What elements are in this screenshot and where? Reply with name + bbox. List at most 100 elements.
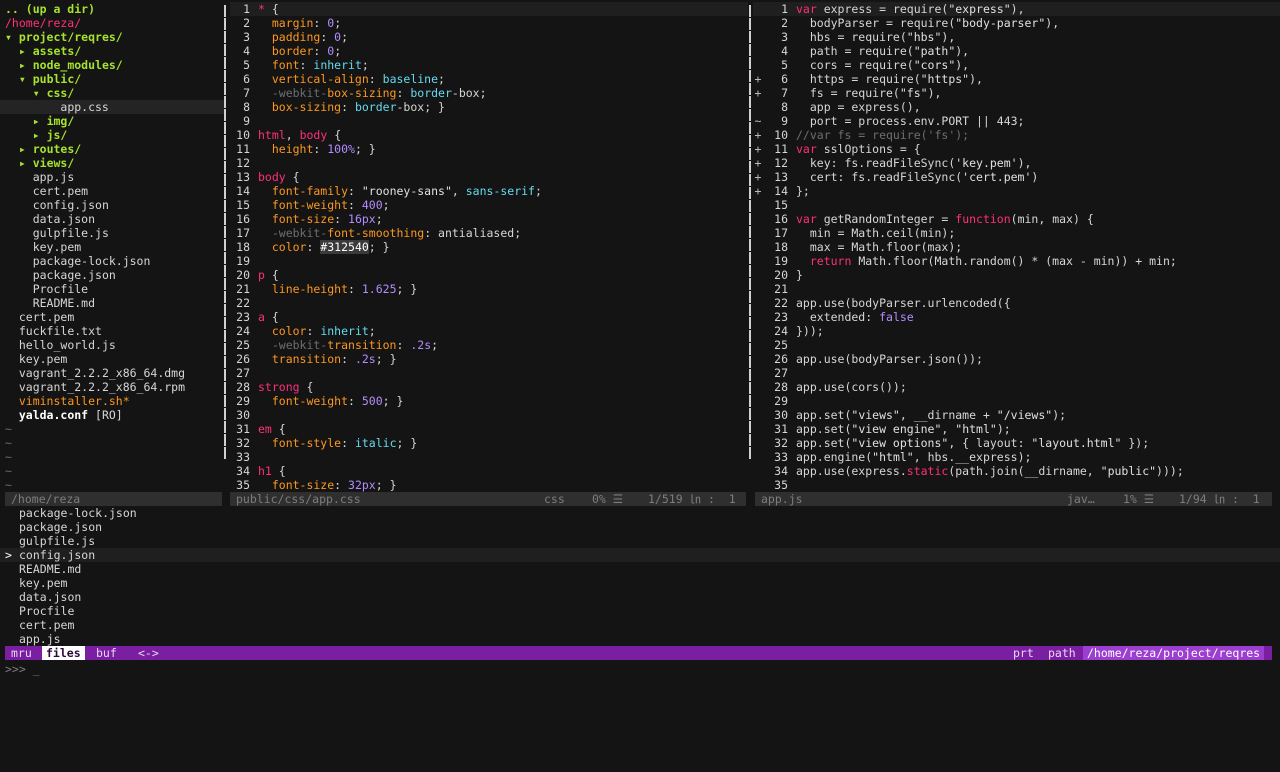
code-line[interactable]: +13 cert: fs.readFileSync('cert.pem') bbox=[753, 170, 1280, 184]
code-line[interactable]: 22 app.use(bodyParser.urlencoded({ bbox=[753, 296, 1280, 310]
mode-files[interactable]: files bbox=[42, 646, 85, 660]
tree-node[interactable]: ▸ js/ bbox=[0, 128, 224, 142]
ctrlp-prompt[interactable]: >>> _ bbox=[5, 662, 40, 676]
code-line[interactable]: 2 bodyParser = require("body-parser"), bbox=[753, 16, 1280, 30]
code-line[interactable]: 31 app.set("view engine", "html"); bbox=[753, 422, 1280, 436]
code-line[interactable]: 8 app = express(), bbox=[753, 100, 1280, 114]
code-line[interactable]: 3 hbs = require("hbs"), bbox=[753, 30, 1280, 44]
tree-node[interactable]: hello_world.js bbox=[0, 338, 224, 352]
code-line[interactable]: 19 return Math.floor(Math.random() * (ma… bbox=[753, 254, 1280, 268]
code-line[interactable]: 23 a { bbox=[230, 310, 748, 324]
ctrlp-result-item[interactable]: data.json bbox=[0, 590, 1280, 604]
tree-node[interactable]: app.js bbox=[0, 170, 224, 184]
ctrlp-result-item[interactable]: Procfile bbox=[0, 604, 1280, 618]
tree-node[interactable]: key.pem bbox=[0, 352, 224, 366]
code-line[interactable]: 34 h1 { bbox=[230, 464, 748, 478]
tree-node[interactable]: viminstaller.sh* bbox=[0, 394, 224, 408]
code-line[interactable]: +12 key: fs.readFileSync('key.pem'), bbox=[753, 156, 1280, 170]
code-line[interactable]: 28 strong { bbox=[230, 380, 748, 394]
code-line[interactable]: 4 border: 0; bbox=[230, 44, 748, 58]
code-line[interactable]: 30 bbox=[230, 408, 748, 422]
ctrlp-result-item[interactable]: cert.pem bbox=[0, 618, 1280, 632]
code-line[interactable]: 2 margin: 0; bbox=[230, 16, 748, 30]
code-line[interactable]: 21 line-height: 1.625; } bbox=[230, 282, 748, 296]
code-line[interactable]: 27 bbox=[230, 366, 748, 380]
code-line[interactable]: +11 var sslOptions = { bbox=[753, 142, 1280, 156]
ctrlp-result-item[interactable]: > config.json bbox=[0, 548, 1280, 562]
code-line[interactable]: 9 bbox=[230, 114, 748, 128]
code-line[interactable]: 1 var express = require("express"), bbox=[753, 2, 1280, 16]
ctrlp-result-item[interactable]: package-lock.json bbox=[0, 506, 1280, 520]
code-line[interactable]: 19 bbox=[230, 254, 748, 268]
code-line[interactable]: 13 body { bbox=[230, 170, 748, 184]
tree-node[interactable]: config.json bbox=[0, 198, 224, 212]
code-line[interactable]: 3 padding: 0; bbox=[230, 30, 748, 44]
code-line[interactable]: 28 app.use(cors()); bbox=[753, 380, 1280, 394]
tree-node[interactable]: yalda.conf [RO] bbox=[0, 408, 224, 422]
code-line[interactable]: 8 box-sizing: border-box; } bbox=[230, 100, 748, 114]
code-line[interactable]: 31 em { bbox=[230, 422, 748, 436]
code-line[interactable]: 35 bbox=[753, 478, 1280, 492]
code-line[interactable]: 12 bbox=[230, 156, 748, 170]
tree-node[interactable]: gulpfile.js bbox=[0, 226, 224, 240]
caret-down-icon[interactable]: ▾ bbox=[33, 86, 47, 100]
code-line[interactable]: +6 https = require("https"), bbox=[753, 72, 1280, 86]
code-line[interactable]: 35 font-size: 32px; } bbox=[230, 478, 748, 492]
code-line[interactable]: 32 app.set("view options", { layout: "lay… bbox=[753, 436, 1280, 450]
code-line[interactable]: 14 font-family: "rooney-sans", sans-seri… bbox=[230, 184, 748, 198]
code-line[interactable]: 22 bbox=[230, 296, 748, 310]
code-line[interactable]: 16 font-size: 16px; bbox=[230, 212, 748, 226]
code-line[interactable]: 11 height: 100%; } bbox=[230, 142, 748, 156]
code-line[interactable]: 29 bbox=[753, 394, 1280, 408]
caret-right-icon[interactable]: ▸ bbox=[19, 58, 33, 72]
ctrlp-results-list[interactable]: package-lock.json package.json gulpfile.js… bbox=[0, 506, 1280, 646]
code-line[interactable]: 34 app.use(express.static(path.join(__dir… bbox=[753, 464, 1280, 478]
ctrlp-result-item[interactable]: key.pem bbox=[0, 576, 1280, 590]
code-line[interactable]: 24})); bbox=[753, 324, 1280, 338]
code-line[interactable]: 15 bbox=[753, 198, 1280, 212]
tree-node[interactable]: ▸ node_modules/ bbox=[0, 58, 224, 72]
code-line[interactable]: 4 path = require("path"), bbox=[753, 44, 1280, 58]
ctrlp-result-item[interactable]: app.js bbox=[0, 632, 1280, 646]
tree-node[interactable]: app.css bbox=[0, 100, 224, 114]
code-line[interactable]: 5 font: inherit; bbox=[230, 58, 748, 72]
code-line[interactable]: 15 font-weight: 400; bbox=[230, 198, 748, 212]
ctrlp-result-item[interactable]: gulpfile.js bbox=[0, 534, 1280, 548]
tree-node[interactable]: key.pem bbox=[0, 240, 224, 254]
caret-right-icon[interactable]: ▸ bbox=[19, 156, 33, 170]
code-line[interactable]: 26 transition: .2s; } bbox=[230, 352, 748, 366]
code-line[interactable]: 25 bbox=[753, 338, 1280, 352]
tree-node[interactable]: cert.pem bbox=[0, 184, 224, 198]
nerdtree-panel[interactable]: .. (up a dir)/home/reza/▾ project/reqres… bbox=[0, 2, 224, 492]
code-line[interactable]: 20 p { bbox=[230, 268, 748, 282]
code-line[interactable]: +14}; bbox=[753, 184, 1280, 198]
tree-node[interactable]: ▾ project/reqres/ bbox=[0, 30, 224, 44]
code-line[interactable]: 24 color: inherit; bbox=[230, 324, 748, 338]
code-line[interactable]: 10 html, body { bbox=[230, 128, 748, 142]
tree-node[interactable]: ▸ views/ bbox=[0, 156, 224, 170]
code-line[interactable]: 20} bbox=[753, 268, 1280, 282]
mode-nav-arrows[interactable]: <-> bbox=[138, 646, 159, 660]
tree-node[interactable]: data.json bbox=[0, 212, 224, 226]
code-line[interactable]: 25 -webkit-transition: .2s; bbox=[230, 338, 748, 352]
js-editor-pane[interactable]: 1 var express = require("express"), 2 body… bbox=[753, 2, 1280, 492]
ctrlp-result-item[interactable]: package.json bbox=[0, 520, 1280, 534]
caret-right-icon[interactable]: ▸ bbox=[33, 114, 47, 128]
tree-node[interactable]: fuckfile.txt bbox=[0, 324, 224, 338]
code-line[interactable]: 18 max = Math.floor(max); bbox=[753, 240, 1280, 254]
mode-mru[interactable]: mru bbox=[11, 646, 32, 660]
code-line[interactable]: 7 -webkit-box-sizing: border-box; bbox=[230, 86, 748, 100]
caret-down-icon[interactable]: ▾ bbox=[19, 72, 33, 86]
tree-node[interactable]: ▾ public/ bbox=[0, 72, 224, 86]
tree-node[interactable]: ▸ assets/ bbox=[0, 44, 224, 58]
tree-node[interactable]: package-lock.json bbox=[0, 254, 224, 268]
code-line[interactable]: ~9 port = process.env.PORT || 443; bbox=[753, 114, 1280, 128]
code-line[interactable]: 17 -webkit-font-smoothing: antialiased; bbox=[230, 226, 748, 240]
vertical-split-divider[interactable] bbox=[222, 4, 228, 490]
code-line[interactable]: 5 cors = require("cors"), bbox=[753, 58, 1280, 72]
tree-node[interactable]: ▸ routes/ bbox=[0, 142, 224, 156]
tree-node[interactable]: /home/reza/ bbox=[0, 16, 224, 30]
tree-node[interactable]: ▾ css/ bbox=[0, 86, 224, 100]
code-line[interactable]: 33 bbox=[230, 450, 748, 464]
ctrlp-result-item[interactable]: README.md bbox=[0, 562, 1280, 576]
